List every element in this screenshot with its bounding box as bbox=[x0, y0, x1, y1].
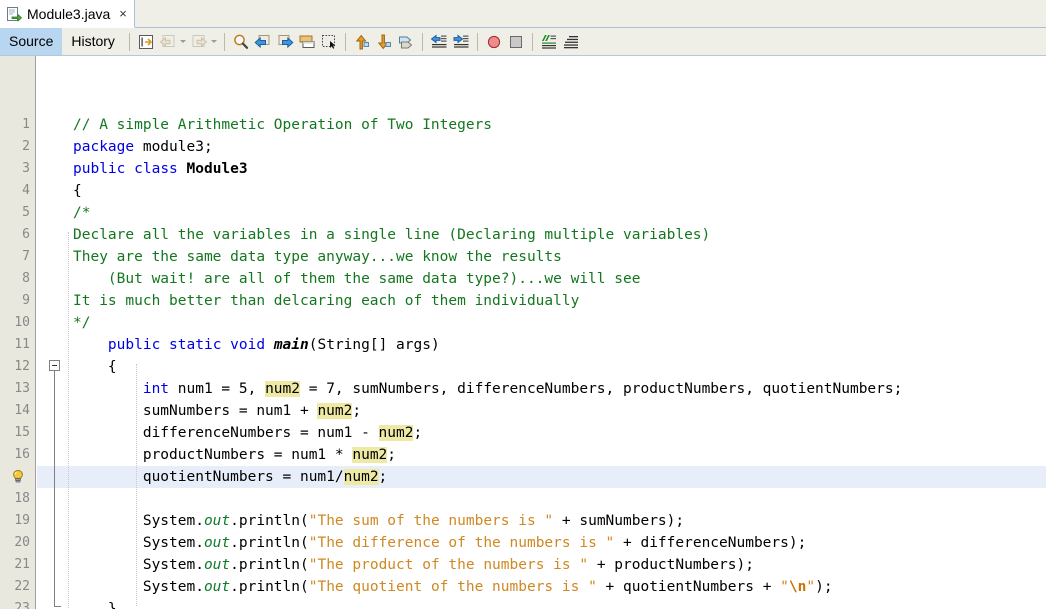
line-number: 5 bbox=[22, 205, 30, 220]
back-icon[interactable] bbox=[157, 31, 179, 53]
code-line: differenceNumbers = num1 - num2; bbox=[73, 425, 423, 441]
forward-dropdown-icon[interactable] bbox=[210, 31, 219, 53]
forward-icon[interactable] bbox=[188, 31, 210, 53]
next-bookmark-icon[interactable] bbox=[373, 31, 395, 53]
line-number: 19 bbox=[14, 513, 30, 528]
code-line: } bbox=[73, 601, 117, 609]
previous-bookmark-icon[interactable] bbox=[351, 31, 373, 53]
code-line: productNumbers = num1 * num2; bbox=[73, 447, 397, 463]
toggle-highlight-icon[interactable] bbox=[296, 31, 318, 53]
line-number: 21 bbox=[14, 557, 30, 572]
line-number: 12 bbox=[14, 359, 30, 374]
line-number: 3 bbox=[22, 161, 30, 176]
code-line: (But wait! are all of them the same data… bbox=[73, 271, 641, 287]
code-line: /* bbox=[73, 205, 91, 221]
line-number: 9 bbox=[22, 293, 30, 308]
editor-tab-bar: Module3.java × bbox=[0, 0, 1046, 28]
find-next-icon[interactable] bbox=[274, 31, 296, 53]
code-line: sumNumbers = num1 + num2; bbox=[73, 403, 362, 419]
line-number: 23 bbox=[14, 601, 30, 609]
code-text-area[interactable]: // A simple Arithmetic Operation of Two … bbox=[37, 56, 1046, 609]
code-line: { bbox=[73, 183, 82, 199]
tab-history[interactable]: History bbox=[62, 28, 124, 55]
code-line: int num1 = 5, num2 = 7, sumNumbers, diff… bbox=[142, 381, 903, 397]
shift-line-right-icon[interactable] bbox=[450, 31, 472, 53]
line-number: 22 bbox=[14, 579, 30, 594]
line-number: 1 bbox=[22, 117, 30, 132]
line-number: 2 bbox=[22, 139, 30, 154]
code-line: System.out.println("The sum of the numbe… bbox=[73, 513, 685, 529]
file-tab-module3[interactable]: Module3.java × bbox=[0, 0, 135, 28]
toolbar-separator bbox=[344, 32, 346, 51]
close-icon[interactable]: × bbox=[119, 7, 127, 20]
find-previous-icon[interactable] bbox=[252, 31, 274, 53]
line-number: 16 bbox=[14, 447, 30, 462]
last-edit-icon[interactable] bbox=[135, 31, 157, 53]
line-number: 4 bbox=[22, 183, 30, 198]
code-line: { bbox=[73, 359, 117, 375]
code-line: public class Module3 bbox=[73, 161, 248, 177]
line-number: 8 bbox=[22, 271, 30, 286]
line-number: 13 bbox=[14, 381, 30, 396]
line-number: 20 bbox=[14, 535, 30, 550]
line-number: 10 bbox=[14, 315, 30, 330]
find-selection-icon[interactable] bbox=[230, 31, 252, 53]
toggle-rectangular-selection-icon[interactable] bbox=[318, 31, 340, 53]
code-line: Declare all the variables in a single li… bbox=[73, 227, 711, 243]
toolbar-separator bbox=[223, 32, 225, 51]
code-line: // A simple Arithmetic Operation of Two … bbox=[73, 117, 493, 133]
code-line: System.out.println("The quotient of the … bbox=[73, 579, 833, 595]
java-file-icon bbox=[6, 6, 22, 22]
line-number: 7 bbox=[22, 249, 30, 264]
code-line: They are the same data type anyway...we … bbox=[73, 249, 562, 265]
comment-icon[interactable] bbox=[538, 31, 560, 53]
source-editor[interactable]: 1 2 3 4 5 6 7 8 9 10 11 12 13 14 15 16 1… bbox=[0, 56, 1046, 609]
stop-macro-recording-icon[interactable] bbox=[505, 31, 527, 53]
file-tab-title: Module3.java bbox=[27, 5, 111, 22]
code-line: System.out.println("The product of the n… bbox=[73, 557, 754, 573]
code-line: It is much better than delcaring each of… bbox=[73, 293, 580, 309]
tab-source[interactable]: Source bbox=[0, 28, 63, 55]
toolbar-separator bbox=[476, 32, 478, 51]
code-line: */ bbox=[73, 315, 91, 331]
toolbar-separator bbox=[421, 32, 423, 51]
back-dropdown-icon[interactable] bbox=[179, 31, 188, 53]
toggle-bookmark-icon[interactable] bbox=[395, 31, 417, 53]
lightbulb-icon[interactable] bbox=[10, 469, 26, 485]
line-number: 18 bbox=[14, 491, 30, 506]
editor-toolbar: Source History bbox=[0, 28, 1046, 56]
line-number: 14 bbox=[14, 403, 30, 418]
shift-line-left-icon[interactable] bbox=[428, 31, 450, 53]
line-number: 15 bbox=[14, 425, 30, 440]
line-number: 11 bbox=[14, 337, 30, 352]
code-line: public static void main(String[] args) bbox=[107, 337, 440, 353]
toolbar-separator bbox=[128, 32, 130, 51]
code-line: System.out.println("The difference of th… bbox=[73, 535, 807, 551]
line-number: 6 bbox=[22, 227, 30, 242]
code-line: quotientNumbers = num1/num2; bbox=[73, 469, 388, 485]
code-line: package module3; bbox=[73, 139, 213, 155]
start-macro-recording-icon[interactable] bbox=[483, 31, 505, 53]
toolbar-separator bbox=[531, 32, 533, 51]
uncomment-icon[interactable] bbox=[560, 31, 582, 53]
